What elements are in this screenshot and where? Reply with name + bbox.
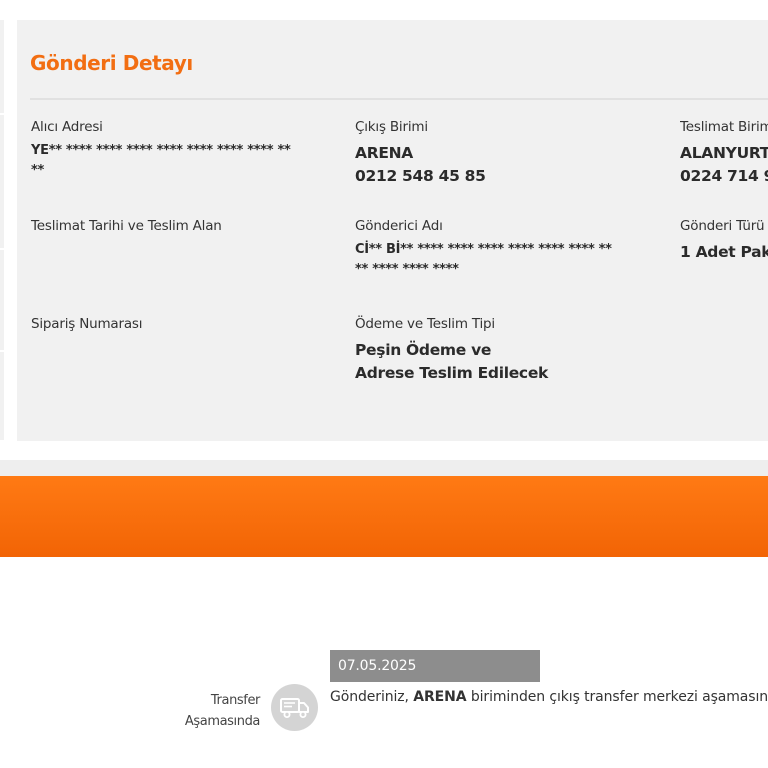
shipment-type-field: Gönderi Türü 1 Adet Paket [680, 218, 768, 264]
timeline-status-label: Transfer Aşamasında [160, 690, 261, 732]
departure-unit-name: ARENA [355, 144, 413, 162]
timeline-date-badge: 07.05.2025 [330, 650, 540, 682]
tracking-header-banner [0, 476, 768, 557]
delivery-unit-name: ALANYURT [680, 144, 768, 162]
timeline-message-prefix: Gönderiniz, [330, 689, 409, 705]
top-strip [0, 0, 768, 20]
departure-unit-field: Çıkış Birimi ARENA 0212 548 45 85 [355, 119, 655, 188]
payment-type-field: Ödeme ve Teslim Tipi Peşin Ödeme ve Adre… [355, 316, 655, 385]
payment-type-value: Peşin Ödeme ve Adrese Teslim Edilecek [355, 339, 655, 385]
departure-unit-phone[interactable]: 0212 548 45 85 [355, 165, 655, 188]
page: Gönderi Detayı Alıcı Adresi YE** **** **… [0, 0, 768, 768]
sender-name-line: ** **** **** **** [355, 262, 459, 277]
sender-name-label: Gönderici Adı [355, 218, 443, 234]
shipment-detail-card: Gönderi Detayı Alıcı Adresi YE** **** **… [17, 20, 768, 441]
receiver-address-line: YE** **** **** **** **** **** **** **** … [31, 143, 291, 158]
payment-type-label: Ödeme ve Teslim Tipi [355, 316, 495, 332]
sender-name-field: Gönderici Adı Cİ** Bİ** **** **** **** *… [355, 218, 655, 280]
left-panel-fragment [0, 20, 4, 440]
section-separator [0, 460, 768, 476]
delivery-unit-label: Teslimat Birimi [680, 119, 768, 135]
receiver-address-field: Alıcı Adresi YE** **** **** **** **** **… [31, 119, 351, 181]
shipment-type-text: 1 Adet Paket [680, 243, 768, 261]
delivery-unit-value: ALANYURT 0224 714 9 [680, 142, 768, 188]
receiver-address-label: Alıcı Adresi [31, 119, 103, 135]
sender-name-line: Cİ** Bİ** **** **** **** **** **** **** … [355, 242, 612, 257]
card-title: Gönderi Detayı [30, 51, 193, 75]
shipment-type-label: Gönderi Türü [680, 218, 765, 234]
truck-icon [271, 684, 318, 731]
left-panel-divider [0, 248, 4, 250]
timeline-status-line: Transfer [210, 693, 260, 708]
timeline-status-line: Aşamasında [184, 714, 261, 729]
receiver-address-value: YE** **** **** **** **** **** **** **** … [31, 141, 351, 181]
timeline-message: Gönderiniz, ARENA biriminden çıkış trans… [330, 689, 768, 705]
delivery-date-field: Teslimat Tarihi ve Teslim Alan [31, 218, 351, 241]
shipment-type-value: 1 Adet Paket [680, 241, 768, 264]
delivery-unit-phone[interactable]: 0224 714 9 [680, 165, 768, 188]
order-number-field: Sipariş Numarası [31, 316, 351, 339]
departure-unit-value: ARENA 0212 548 45 85 [355, 142, 655, 188]
card-divider [30, 98, 768, 100]
departure-unit-label: Çıkış Birimi [355, 119, 428, 135]
sender-name-value: Cİ** Bİ** **** **** **** **** **** **** … [355, 240, 655, 280]
delivery-unit-field: Teslimat Birimi ALANYURT 0224 714 9 [680, 119, 768, 188]
delivery-date-label: Teslimat Tarihi ve Teslim Alan [31, 218, 222, 234]
left-panel-divider [0, 113, 4, 115]
timeline-message-unit: ARENA [413, 689, 467, 705]
payment-type-line: Adrese Teslim Edilecek [355, 364, 549, 382]
order-number-label: Sipariş Numarası [31, 316, 143, 332]
timeline-message-suffix: biriminden çıkış transfer merkezi aşamas… [470, 689, 768, 705]
left-panel-divider [0, 350, 4, 352]
receiver-address-line: ** [31, 163, 44, 178]
payment-type-line: Peşin Ödeme ve [355, 341, 492, 359]
